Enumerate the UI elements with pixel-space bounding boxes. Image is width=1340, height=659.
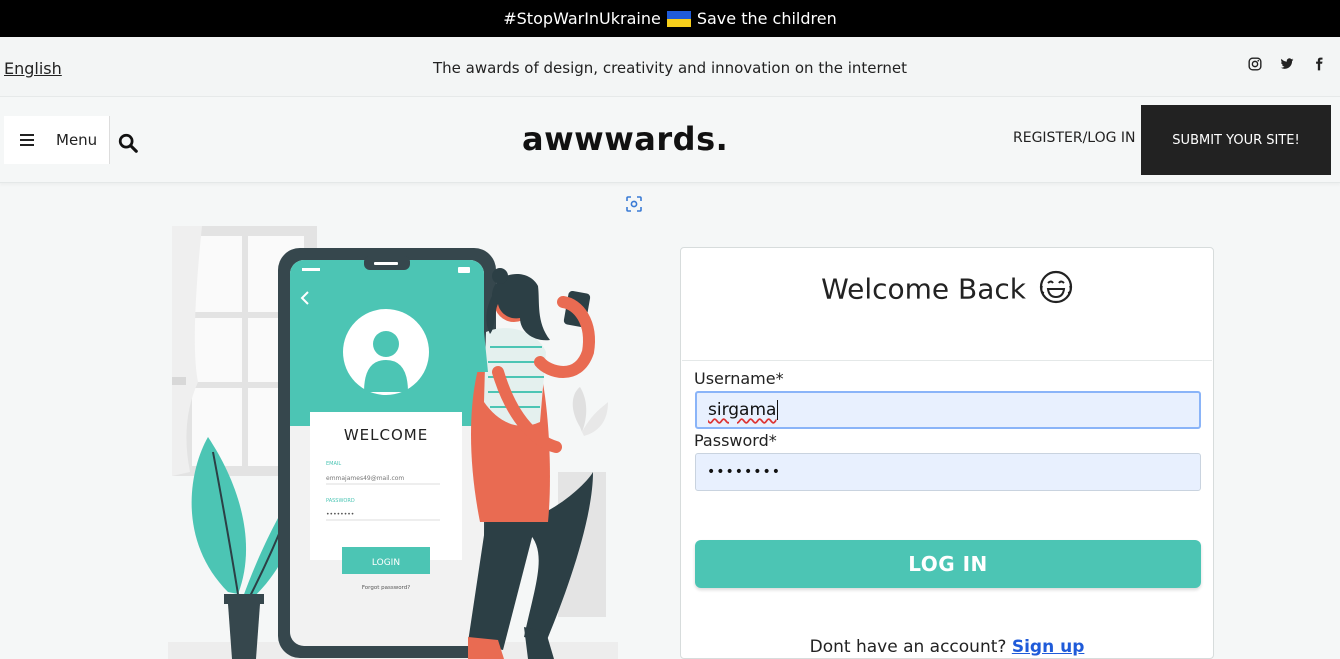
password-value: •••••••• bbox=[707, 464, 782, 480]
menu-label: Menu bbox=[56, 131, 98, 149]
login-title: Welcome Back bbox=[681, 270, 1213, 311]
login-form: Username* sirgama Password* •••••••• LOG… bbox=[682, 360, 1212, 659]
illus-login-button: LOGIN bbox=[372, 558, 400, 568]
password-input[interactable]: •••••••• bbox=[695, 453, 1201, 491]
username-label: Username* bbox=[694, 369, 784, 388]
login-title-text: Welcome Back bbox=[821, 272, 1027, 306]
main-navbar: Menu awwwards. REGISTER/LOG IN SUBMIT YO… bbox=[0, 98, 1340, 183]
illus-password-label: PASSWORD bbox=[326, 498, 355, 504]
login-illustration: WELCOME EMAIL emmajames49@mail.com PASSW… bbox=[168, 222, 618, 659]
ukraine-banner[interactable]: #StopWarInUkraine Save the children bbox=[0, 0, 1340, 37]
instagram-icon[interactable] bbox=[1248, 57, 1262, 71]
banner-text-after: Save the children bbox=[696, 9, 837, 28]
password-label: Password* bbox=[694, 431, 777, 450]
illus-welcome: WELCOME bbox=[344, 426, 428, 444]
login-button[interactable]: LOG IN bbox=[695, 540, 1201, 588]
social-links bbox=[1248, 57, 1326, 71]
signup-prompt-text: Dont have an account? bbox=[809, 637, 1007, 657]
illus-password-value: •••••••• bbox=[326, 511, 354, 518]
capture-icon[interactable] bbox=[625, 195, 643, 213]
sub-header: English The awards of design, creativity… bbox=[0, 37, 1340, 97]
login-card: Welcome Back Username* sirgama Password*… bbox=[680, 247, 1214, 659]
site-tagline: The awards of design, creativity and inn… bbox=[432, 59, 908, 77]
hamburger-icon bbox=[20, 134, 34, 146]
register-login-link[interactable]: REGISTER/LOG IN bbox=[1013, 130, 1136, 146]
username-input[interactable]: sirgama bbox=[695, 391, 1201, 429]
search-icon[interactable] bbox=[117, 132, 139, 154]
signup-link[interactable]: Sign up bbox=[1012, 637, 1085, 657]
ukraine-flag-icon bbox=[666, 10, 691, 27]
banner-text: #StopWarInUkraine bbox=[503, 9, 661, 28]
illus-forgot: Forgot password? bbox=[362, 585, 410, 591]
twitter-icon[interactable] bbox=[1280, 57, 1294, 71]
menu-button[interactable]: Menu bbox=[4, 116, 110, 164]
username-value: sirgama bbox=[708, 400, 777, 420]
site-logo[interactable]: awwwards. bbox=[522, 120, 728, 158]
illus-email-label: EMAIL bbox=[326, 461, 341, 467]
submit-site-button[interactable]: SUBMIT YOUR SITE! bbox=[1141, 105, 1331, 175]
facebook-icon[interactable] bbox=[1312, 57, 1326, 71]
signup-prompt: Dont have an account? Sign up bbox=[682, 637, 1212, 657]
laughing-emoji-icon bbox=[1039, 270, 1073, 311]
illus-email-value: emmajames49@mail.com bbox=[326, 475, 404, 482]
